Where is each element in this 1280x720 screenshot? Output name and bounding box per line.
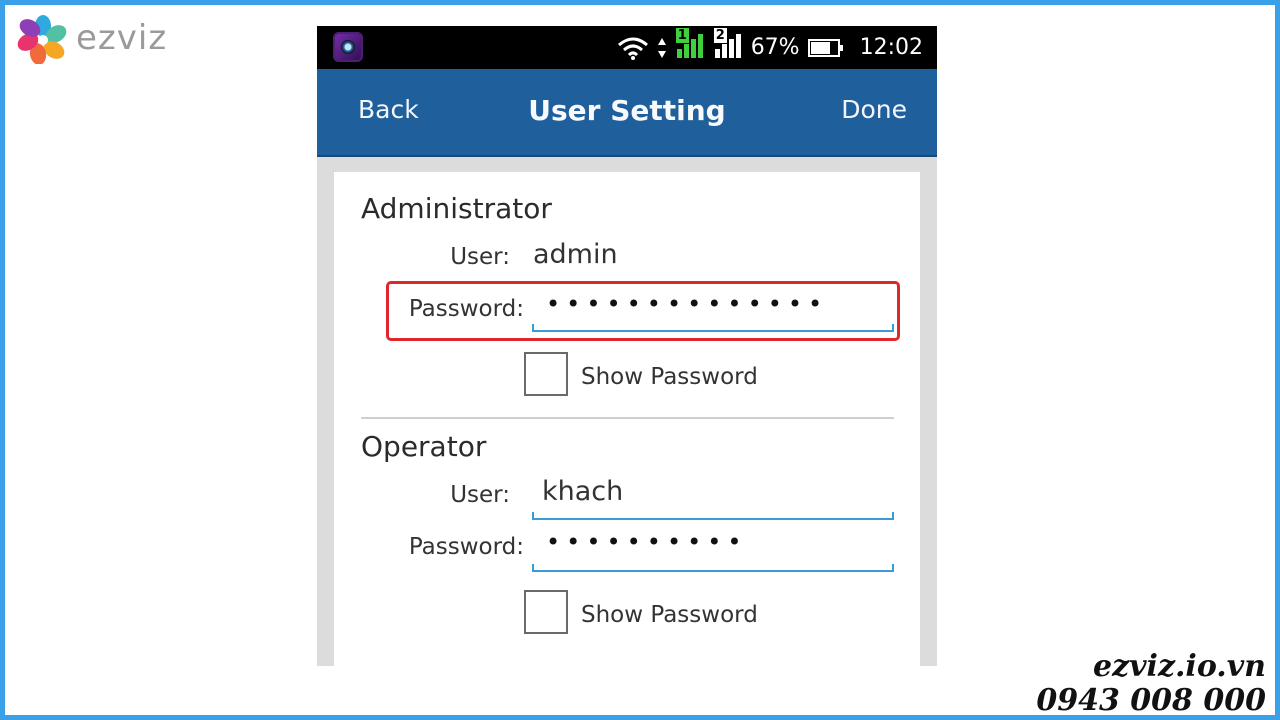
settings-card: Administrator User: admin Password: ••••… <box>334 172 920 666</box>
admin-user-value: admin <box>533 239 618 270</box>
administrator-heading: Administrator <box>361 192 552 225</box>
ezviz-logo: ezviz <box>16 12 167 64</box>
operator-show-password-label[interactable]: Show Password <box>581 602 758 628</box>
password-highlight-box <box>386 281 900 341</box>
section-divider <box>361 417 894 419</box>
operator-password-input[interactable]: •••••••••• <box>546 528 748 556</box>
operator-heading: Operator <box>361 430 487 463</box>
sim1-label: 1 <box>675 27 689 43</box>
wifi-icon <box>617 37 648 60</box>
operator-user-input[interactable]: khach <box>542 476 623 507</box>
battery-percent: 67% <box>750 35 800 60</box>
battery-icon <box>807 38 843 57</box>
watermark: ezviz.io.vn 0943 008 000 <box>1036 650 1266 718</box>
admin-show-password-label[interactable]: Show Password <box>581 364 758 390</box>
operator-user-label: User: <box>450 482 510 508</box>
logo-text: ezviz <box>76 18 168 58</box>
admin-show-password-checkbox[interactable] <box>524 352 568 396</box>
website-text: ezviz.io.vn <box>1093 649 1266 684</box>
operator-password-underline <box>532 564 894 572</box>
phone-number-text: 0943 008 000 <box>1036 683 1266 718</box>
camera-app-icon <box>333 32 363 62</box>
signal-sim2: 2 <box>713 27 743 65</box>
data-arrows-icon <box>657 37 666 58</box>
done-button[interactable]: Done <box>841 95 907 124</box>
admin-user-label: User: <box>450 244 510 270</box>
ezviz-flower-icon <box>17 15 67 64</box>
operator-show-password-checkbox[interactable] <box>524 590 568 634</box>
status-bar: 1 2 67% 12:02 <box>317 26 937 69</box>
sim2-label: 2 <box>713 27 727 43</box>
clock: 12:02 <box>859 35 923 60</box>
operator-user-underline <box>532 512 894 520</box>
navigation-bar: Back User Setting Done <box>317 69 937 157</box>
operator-password-label: Password: <box>408 534 524 560</box>
signal-sim1: 1 <box>675 27 705 65</box>
phone-screen: 1 2 67% 12:02 Back User Setting Done Adm… <box>317 26 937 666</box>
status-indicators: 1 2 67% 12:02 <box>617 26 923 69</box>
